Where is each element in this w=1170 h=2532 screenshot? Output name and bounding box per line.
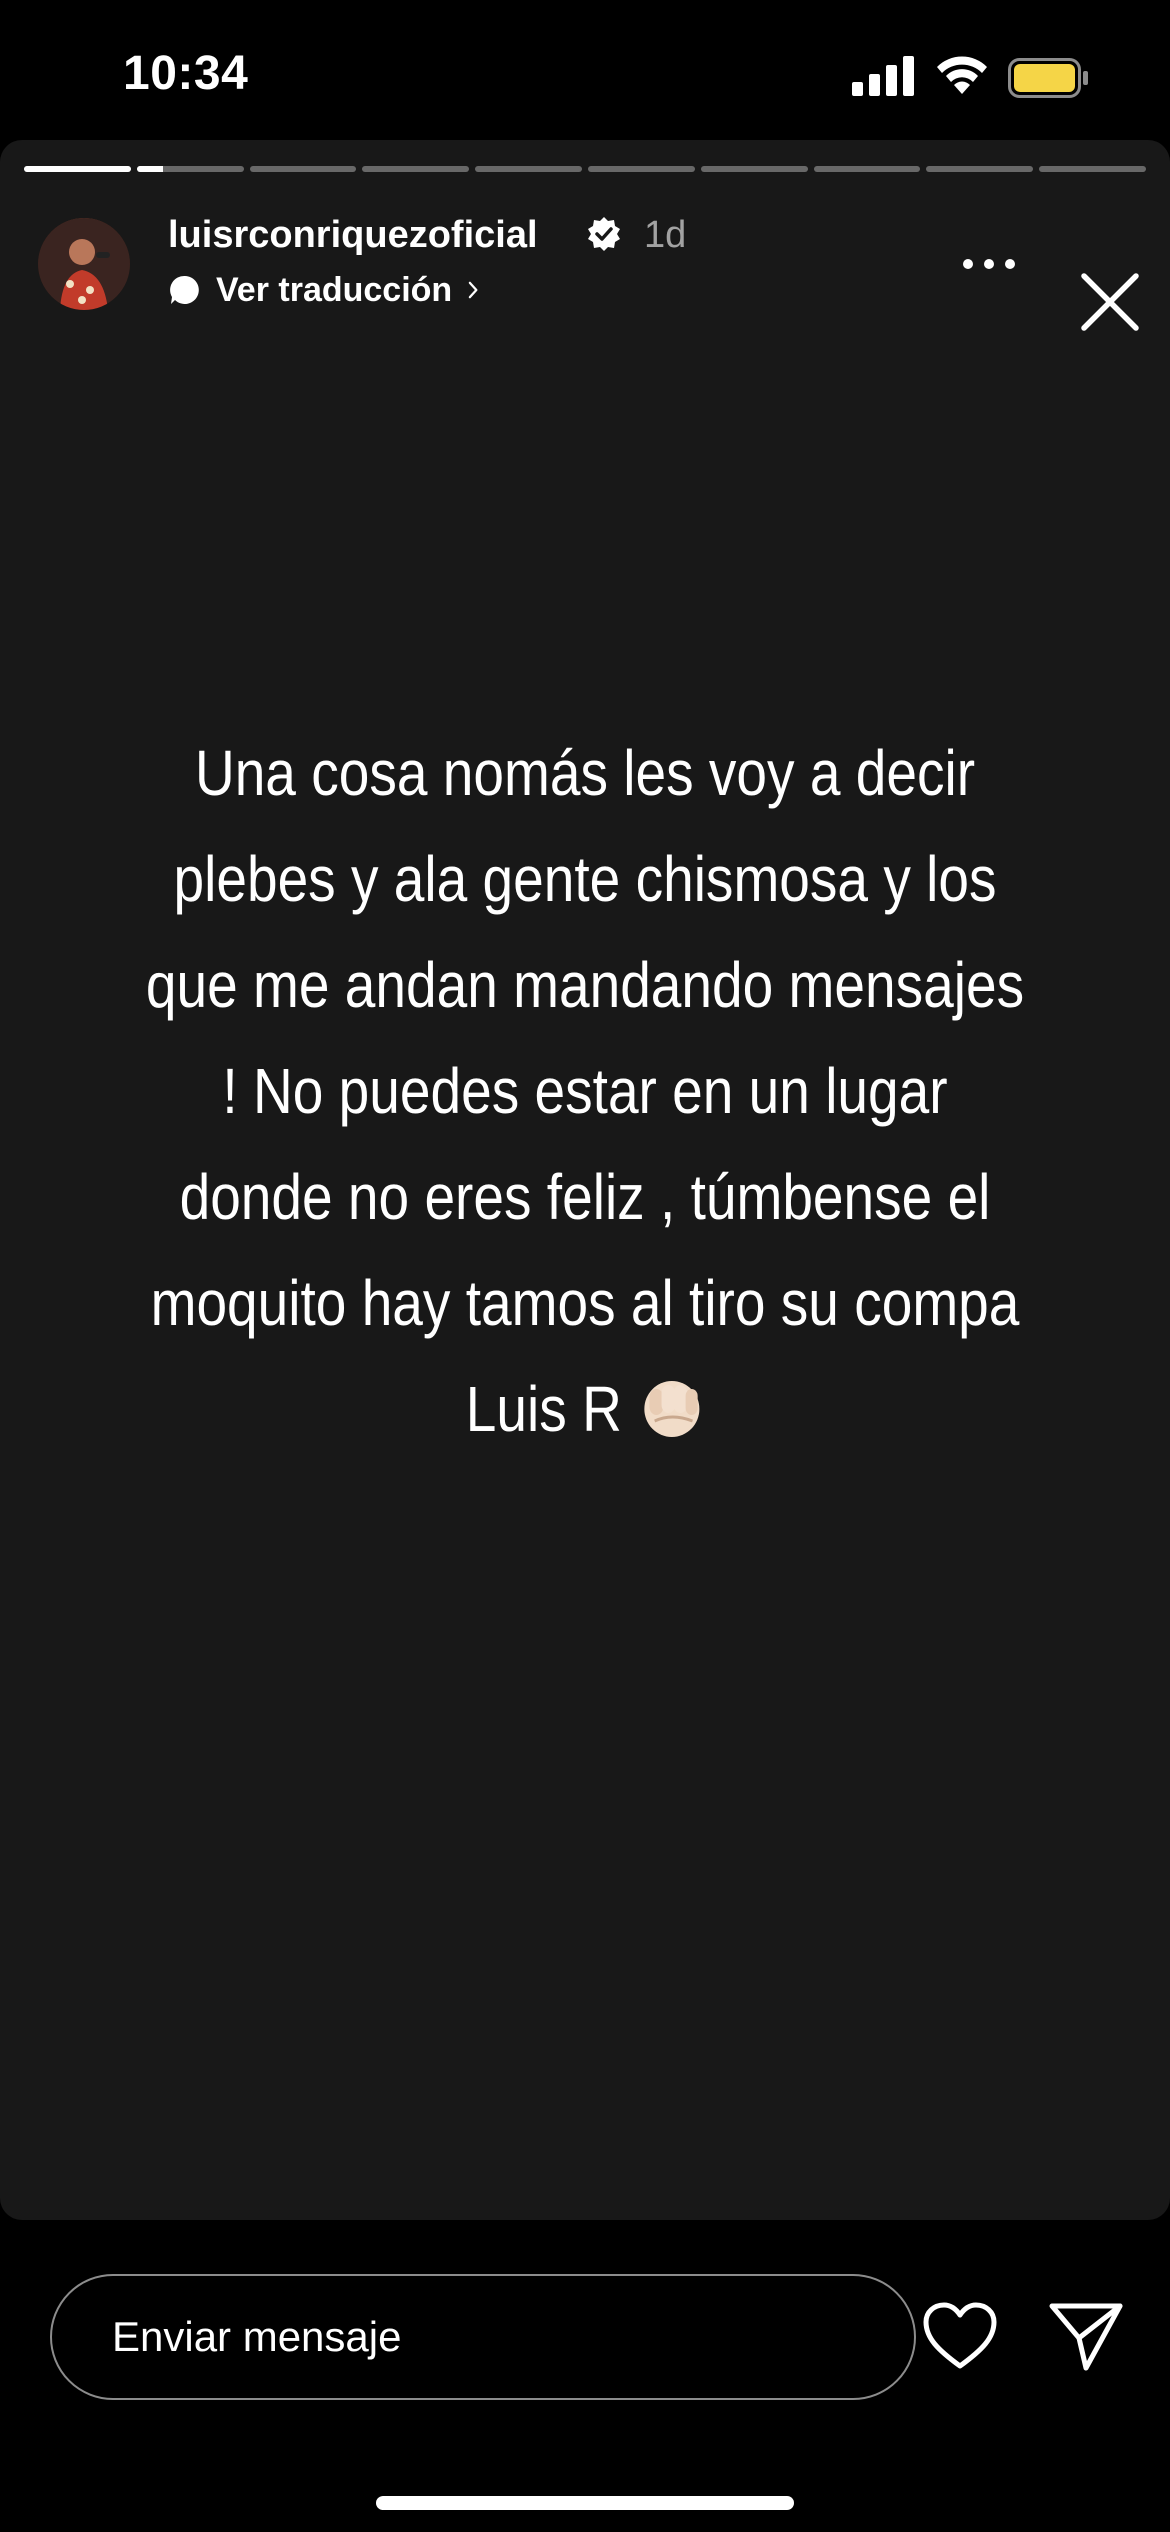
more-options-icon[interactable]	[960, 254, 1018, 274]
progress-segment	[362, 166, 470, 172]
story-progress-bar	[24, 166, 1146, 172]
progress-segment	[24, 166, 131, 172]
progress-segment	[475, 166, 582, 172]
story-viewer[interactable]: luisrconriquezoficial 1d Ver traducción …	[0, 140, 1170, 2220]
story-age: 1d	[644, 214, 687, 256]
reply-bar: Enviar mensaje	[0, 2220, 1170, 2532]
battery-icon	[1008, 58, 1088, 98]
story-header: luisrconriquezoficial 1d Ver traducción	[0, 200, 1170, 331]
progress-segment	[813, 166, 921, 172]
story-text: Una cosa nomás les voy a decir plebes y …	[142, 720, 1028, 1462]
heart-icon[interactable]	[920, 2300, 1000, 2372]
progress-segment	[1039, 166, 1146, 172]
send-message-placeholder: Enviar mensaje	[112, 2313, 402, 2360]
progress-segment	[249, 166, 357, 172]
send-icon[interactable]	[1048, 2300, 1124, 2372]
status-bar: 10:34	[0, 0, 1170, 140]
cellular-signal-icon	[852, 56, 914, 96]
fist-icon	[643, 1381, 700, 1437]
translate-bubble-icon	[170, 275, 199, 304]
wifi-icon	[937, 56, 987, 94]
progress-segment-current	[136, 166, 244, 172]
home-indicator[interactable]	[376, 2496, 794, 2510]
story-message: Una cosa nomás les voy a decir plebes y …	[145, 737, 1025, 1445]
progress-segment	[700, 166, 808, 172]
translate-link[interactable]: Ver traducción	[168, 268, 488, 312]
progress-segment	[587, 166, 695, 172]
status-time: 10:34	[123, 47, 249, 100]
close-icon[interactable]	[1078, 270, 1142, 334]
story-username[interactable]: luisrconriquezoficial	[168, 214, 538, 257]
send-message-input[interactable]: Enviar mensaje	[50, 2274, 916, 2400]
chevron-right-icon	[468, 281, 478, 299]
verified-badge-icon	[588, 217, 620, 251]
translate-label: Ver traducción	[216, 270, 453, 309]
avatar[interactable]	[38, 218, 130, 310]
progress-segment	[926, 166, 1034, 172]
